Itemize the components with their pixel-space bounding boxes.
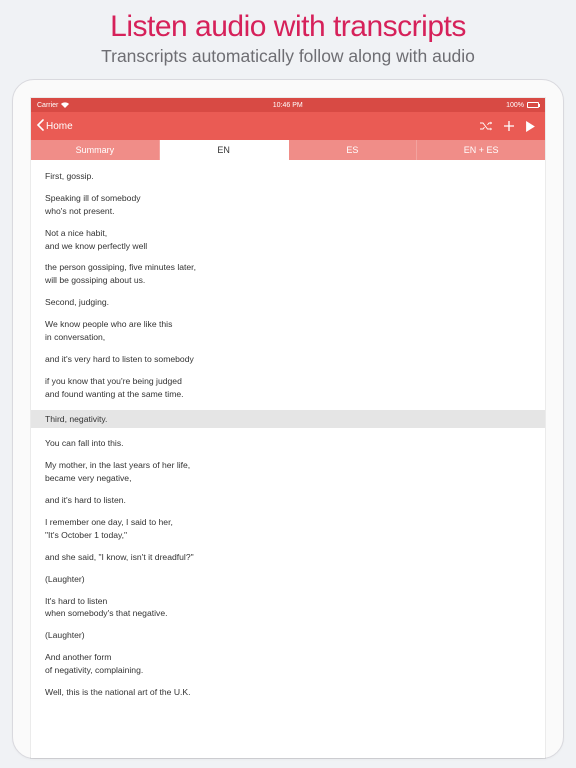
transcript-line: the person gossiping, five minutes later… [45, 261, 531, 274]
tab-summary[interactable]: Summary [31, 140, 160, 160]
transcript-line: if you know that you're being judged [45, 375, 531, 388]
transcript-paragraph[interactable]: My mother, in the last years of her life… [45, 459, 531, 485]
transcript-paragraph[interactable]: and it's hard to listen. [45, 494, 531, 507]
transcript-line: and we know perfectly well [45, 240, 531, 253]
transcript-line: when somebody's that negative. [45, 607, 531, 620]
battery-label: 100% [506, 102, 524, 109]
transcript-paragraph[interactable]: (Laughter) [45, 573, 531, 586]
tab-bar: Summary EN ES EN + ES [31, 140, 545, 160]
transcript-line: who's not present. [45, 205, 531, 218]
transcript-paragraph[interactable]: We know people who are like thisin conve… [45, 318, 531, 344]
transcript-line: and it's very hard to listen to somebody [45, 353, 531, 366]
transcript-line: I remember one day, I said to her, [45, 516, 531, 529]
add-icon[interactable] [504, 121, 514, 131]
nav-bar: Home [31, 112, 545, 140]
nav-actions [480, 121, 541, 132]
transcript-line: will be gossiping about us. [45, 274, 531, 287]
promo-header: Listen audio with transcripts Transcript… [0, 0, 576, 73]
back-label: Home [46, 121, 73, 132]
transcript-paragraph[interactable]: and it's very hard to listen to somebody [45, 353, 531, 366]
carrier-label: Carrier [37, 102, 58, 109]
transcript-paragraph[interactable]: and she said, "I know, isn't it dreadful… [45, 551, 531, 564]
wifi-icon [61, 102, 69, 108]
transcript-line: Well, this is the national art of the U.… [45, 686, 531, 699]
tab-es[interactable]: ES [289, 140, 418, 160]
transcript-line: and found wanting at the same time. [45, 388, 531, 401]
transcript-line: Not a nice habit, [45, 227, 531, 240]
tab-en[interactable]: EN [160, 140, 289, 160]
back-button[interactable]: Home [35, 119, 73, 134]
transcript-paragraph[interactable]: (Laughter) [45, 629, 531, 642]
transcript-content[interactable]: First, gossip.Speaking ill of somebodywh… [31, 160, 545, 758]
transcript-line: We know people who are like this [45, 318, 531, 331]
status-right: 100% [506, 102, 539, 109]
transcript-line: in conversation, [45, 331, 531, 344]
transcript-paragraph[interactable]: I remember one day, I said to her,"It's … [45, 516, 531, 542]
transcript-line: and it's hard to listen. [45, 494, 531, 507]
transcript-paragraph[interactable]: Speaking ill of somebodywho's not presen… [45, 192, 531, 218]
shuffle-icon[interactable] [480, 121, 492, 131]
promo-subtitle: Transcripts automatically follow along w… [8, 46, 568, 67]
transcript-line: First, gossip. [45, 170, 531, 183]
transcript-line: Speaking ill of somebody [45, 192, 531, 205]
transcript-paragraph[interactable]: You can fall into this. [45, 437, 531, 450]
transcript-paragraph[interactable]: Second, judging. [45, 296, 531, 309]
transcript-line-highlight[interactable]: Third, negativity. [31, 410, 545, 429]
transcript-line: And another form [45, 651, 531, 664]
transcript-line: It's hard to listen [45, 595, 531, 608]
transcript-line: Third, negativity. [45, 413, 531, 426]
transcript-paragraph[interactable]: And another formof negativity, complaini… [45, 651, 531, 677]
transcript-paragraph[interactable]: Not a nice habit,and we know perfectly w… [45, 227, 531, 253]
transcript-paragraph[interactable]: It's hard to listenwhen somebody's that … [45, 595, 531, 621]
transcript-paragraph[interactable]: Well, this is the national art of the U.… [45, 686, 531, 699]
play-icon[interactable] [526, 121, 535, 132]
promo-title: Listen audio with transcripts [8, 10, 568, 44]
transcript-line: Second, judging. [45, 296, 531, 309]
app-screen: Carrier 10:46 PM 100% Home [31, 98, 545, 758]
transcript-line: You can fall into this. [45, 437, 531, 450]
battery-icon [527, 102, 539, 108]
transcript-line: (Laughter) [45, 573, 531, 586]
status-left: Carrier [37, 102, 69, 109]
transcript-line: became very negative, [45, 472, 531, 485]
transcript-paragraph[interactable]: if you know that you're being judgedand … [45, 375, 531, 401]
chevron-left-icon [35, 119, 45, 134]
transcript-line: My mother, in the last years of her life… [45, 459, 531, 472]
status-bar: Carrier 10:46 PM 100% [31, 98, 545, 112]
device-frame: Carrier 10:46 PM 100% Home [12, 79, 564, 759]
transcript-line: and she said, "I know, isn't it dreadful… [45, 551, 531, 564]
transcript-paragraph[interactable]: the person gossiping, five minutes later… [45, 261, 531, 287]
transcript-line: (Laughter) [45, 629, 531, 642]
transcript-paragraph[interactable]: First, gossip. [45, 170, 531, 183]
transcript-line: "It's October 1 today," [45, 529, 531, 542]
status-time: 10:46 PM [69, 102, 506, 109]
transcript-line: of negativity, complaining. [45, 664, 531, 677]
tab-en-es[interactable]: EN + ES [417, 140, 545, 160]
